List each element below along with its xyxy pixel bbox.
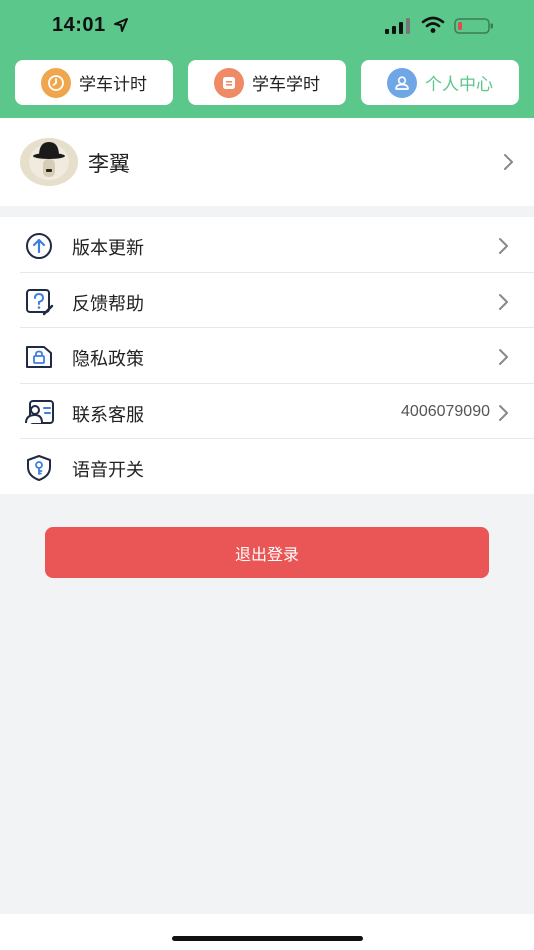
menu-item-label: 隐私政策	[72, 349, 144, 370]
header-bar: 14:01 学车计时 学车学时 个人中心	[0, 0, 534, 118]
profile-row[interactable]: 李翼	[0, 118, 534, 206]
top-tabs: 学车计时 学车学时 个人中心	[0, 60, 534, 106]
cellular-signal-icon	[385, 18, 410, 34]
lock-document-icon	[26, 346, 52, 368]
upload-arrow-icon	[26, 233, 52, 259]
logout-button[interactable]: 退出登录	[45, 527, 489, 578]
chevron-right-icon	[499, 349, 508, 365]
menu-item-contact-service[interactable]: 联系客服 4006079090	[0, 384, 534, 439]
service-phone-number[interactable]: 4006079090	[401, 403, 490, 421]
wifi-icon	[421, 16, 445, 33]
help-edit-icon	[26, 289, 54, 316]
status-time: 14:01	[52, 14, 106, 36]
menu-item-label: 反馈帮助	[72, 294, 144, 315]
settings-menu: 版本更新 反馈帮助 隐私政策 联系客服 4006079090 语音开关	[0, 217, 534, 494]
tab-label: 学车计时	[79, 75, 147, 95]
status-bar: 14:01	[0, 0, 534, 52]
location-arrow-icon	[114, 18, 128, 32]
contact-card-icon	[25, 400, 54, 424]
battery-icon	[454, 18, 493, 34]
tab-learning-hours[interactable]: 学车学时	[188, 60, 346, 105]
tab-learning-timer[interactable]: 学车计时	[15, 60, 173, 105]
avatar	[20, 138, 78, 186]
shield-key-icon	[27, 455, 51, 481]
menu-item-feedback-help[interactable]: 反馈帮助	[0, 273, 534, 328]
tab-label: 个人中心	[425, 75, 493, 95]
chevron-right-icon	[504, 154, 513, 170]
menu-item-privacy-policy[interactable]: 隐私政策	[0, 328, 534, 383]
list-icon	[214, 67, 244, 98]
profile-name: 李翼	[88, 152, 130, 176]
clock-icon	[41, 67, 71, 98]
menu-item-label: 语音开关	[72, 460, 144, 481]
menu-item-version-update[interactable]: 版本更新	[0, 217, 534, 272]
chevron-right-icon	[499, 238, 508, 254]
chevron-right-icon	[499, 405, 508, 421]
bottom-safe-area	[0, 914, 534, 950]
tab-personal-center[interactable]: 个人中心	[361, 60, 519, 105]
menu-item-label: 版本更新	[72, 238, 144, 259]
menu-item-voice-toggle[interactable]: 语音开关	[0, 439, 534, 494]
tab-label: 学车学时	[252, 75, 320, 95]
person-icon	[387, 67, 417, 98]
menu-item-label: 联系客服	[72, 405, 144, 426]
chevron-right-icon	[499, 294, 508, 310]
home-indicator[interactable]	[172, 936, 363, 941]
